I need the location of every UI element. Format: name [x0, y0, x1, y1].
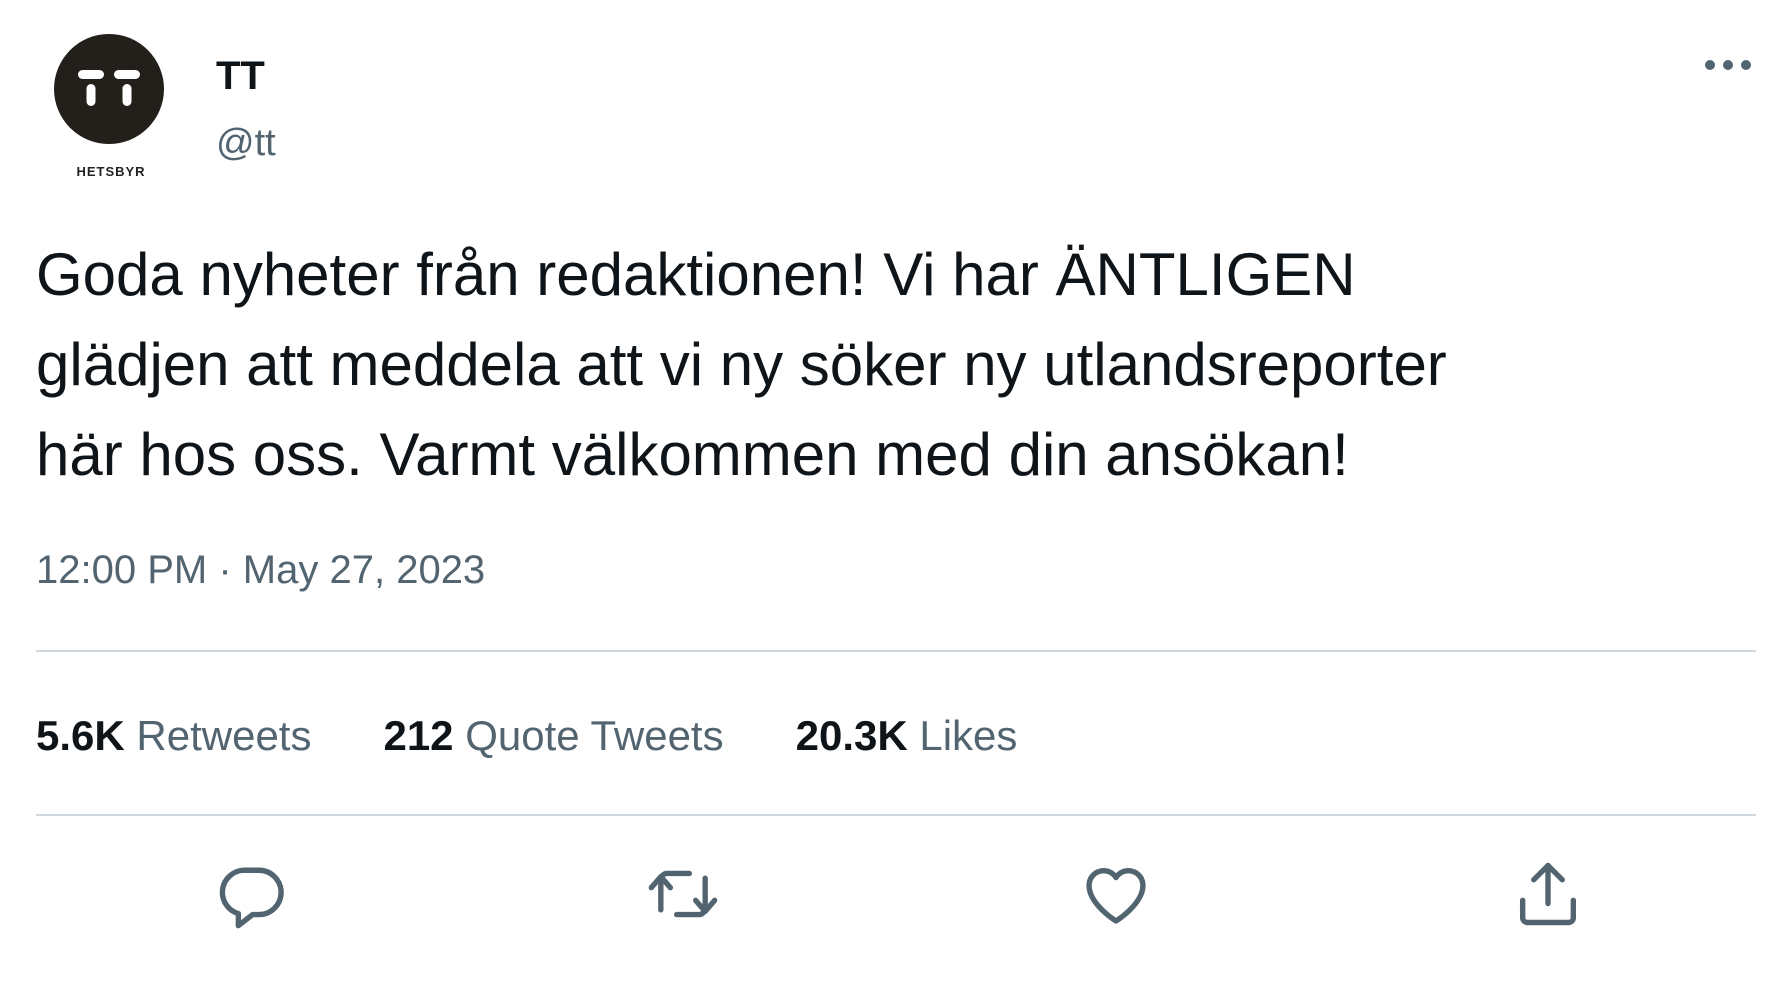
tweet-timestamp[interactable]: 12:00 PM · May 27, 2023 [36, 548, 485, 593]
retweet-icon[interactable] [645, 856, 721, 932]
tweet-text-line: Goda nyheter från redaktionen! Vi har ÄN… [36, 241, 1356, 308]
likes-count: 20.3K [795, 712, 908, 759]
tweet-text: Goda nyheter från redaktionen! Vi har ÄN… [36, 230, 1756, 500]
author-handle[interactable]: @tt [216, 122, 276, 165]
quote-tweets-label: Quote Tweets [465, 712, 724, 759]
reply-icon[interactable] [213, 856, 289, 932]
divider [36, 814, 1756, 816]
avatar-caption: HETSBYR [76, 164, 146, 179]
tweet-actions [0, 856, 1788, 936]
heart-icon[interactable] [1078, 856, 1154, 932]
retweets-stat[interactable]: 5.6K Retweets [36, 712, 311, 760]
tt-logo-icon [54, 34, 164, 144]
retweets-label: Retweets [136, 712, 312, 759]
tweet-detail: HETSBYR TT @tt Goda nyheter från redakti… [0, 0, 1788, 996]
timestamp-separator: · [218, 548, 232, 592]
author-display-name[interactable]: TT [216, 54, 265, 99]
tweet-text-line: glädjen att meddela att vi ny söker ny u… [36, 331, 1447, 398]
avatar[interactable]: HETSBYR [50, 34, 170, 184]
divider [36, 650, 1756, 652]
tweet-time: 12:00 PM [36, 548, 208, 592]
tweet-date: May 27, 2023 [242, 548, 486, 592]
likes-stat[interactable]: 20.3K Likes [796, 712, 1018, 760]
more-horizontal-icon[interactable] [1700, 50, 1756, 80]
tweet-stats: 5.6K Retweets 212 Quote Tweets 20.3K Lik… [36, 712, 1089, 760]
share-icon[interactable] [1510, 856, 1586, 932]
likes-label: Likes [919, 712, 1018, 759]
retweets-count: 5.6K [36, 712, 125, 759]
tweet-text-line: här hos oss. Varmt välkommen med din ans… [36, 421, 1349, 488]
quote-tweets-stat[interactable]: 212 Quote Tweets [383, 712, 723, 760]
quote-tweets-count: 212 [383, 712, 454, 759]
